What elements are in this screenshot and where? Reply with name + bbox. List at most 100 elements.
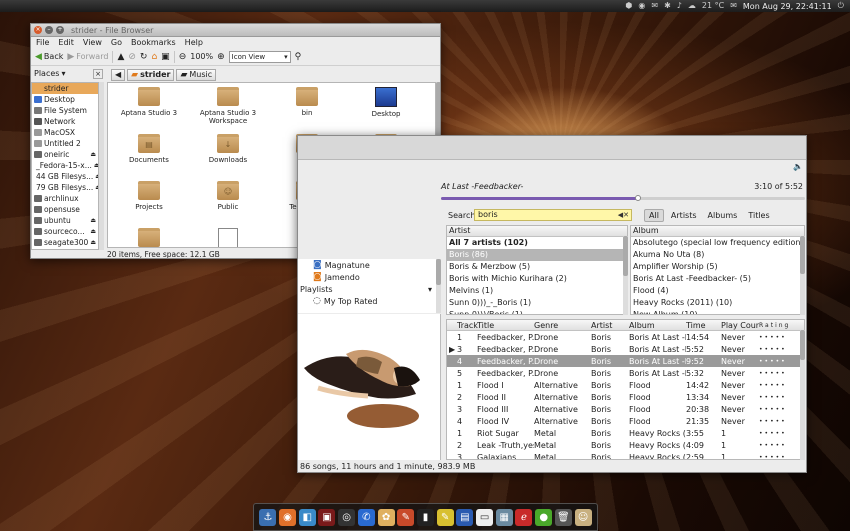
eject-icon[interactable]: ⏏: [95, 184, 98, 191]
camera-icon[interactable]: ◎: [338, 508, 356, 526]
file-item[interactable]: bin: [268, 87, 346, 117]
file-item[interactable]: [189, 228, 267, 247]
album-row[interactable]: Heavy Rocks (2011) (10): [631, 297, 804, 309]
artist-row[interactable]: Melvins (1): [447, 285, 627, 297]
path-crumb-music[interactable]: ▰ Music: [176, 68, 217, 81]
eject-icon[interactable]: ⏏: [90, 151, 98, 158]
sidebar-item[interactable]: strider: [32, 83, 98, 94]
filter-albums[interactable]: Albums: [704, 210, 742, 221]
file-item[interactable]: ↓ Downloads: [189, 134, 267, 164]
scrollbar-thumb[interactable]: [800, 330, 805, 360]
sidebar-item[interactable]: sourceco... ⏏: [32, 226, 98, 237]
clock[interactable]: Mon Aug 29, 22:41:11: [743, 2, 832, 11]
office-icon[interactable]: ▦: [495, 508, 513, 526]
menu-edit[interactable]: Edit: [58, 38, 74, 47]
track-rating[interactable]: •••••: [759, 394, 804, 401]
places-selector[interactable]: Places ▾: [34, 69, 65, 78]
album-row[interactable]: Amplifier Worship (5): [631, 261, 804, 273]
sidebar-item[interactable]: archlinux: [32, 193, 98, 204]
album-row[interactable]: Flood (4): [631, 285, 804, 297]
playback-icon[interactable]: ●: [535, 508, 553, 526]
sidebar-item[interactable]: Untitled 2: [32, 138, 98, 149]
sidebar-item[interactable]: ubuntu ⏏: [32, 215, 98, 226]
photos-icon[interactable]: ✿: [377, 508, 395, 526]
album-row[interactable]: Boris At Last -Feedbacker- (5): [631, 273, 804, 285]
playlists-header[interactable]: Playlists ▾: [298, 283, 440, 295]
table-row[interactable]: 4 Flood IV Alternative Boris Flood 21:35 Never…: [447, 415, 804, 427]
sidebar-item[interactable]: 44 GB Filesys...⏏: [32, 171, 98, 182]
tools-icon[interactable]: ✎: [397, 508, 415, 526]
track-scrollbar[interactable]: [800, 330, 805, 460]
table-row[interactable]: 1 Flood I Alternative Boris Flood 14:42 Never •…: [447, 379, 804, 391]
reload-button[interactable]: ↻: [140, 52, 148, 62]
artist-row[interactable]: Boris with Michio Kurihara (2): [447, 273, 627, 285]
sidebar-item[interactable]: Desktop: [32, 94, 98, 105]
minimize-icon[interactable]: –: [45, 26, 53, 34]
track-rating[interactable]: •••••: [759, 358, 804, 365]
mail-icon[interactable]: ✉: [651, 0, 658, 12]
track-rating[interactable]: •••••: [759, 454, 804, 460]
artist-row[interactable]: Sunn 0)))_-_Boris (1): [447, 297, 627, 309]
temperature-label[interactable]: 21 °C: [702, 0, 724, 12]
filter-artists[interactable]: Artists: [667, 210, 701, 221]
column-header[interactable]: Play Count: [721, 321, 759, 330]
file-item[interactable]: ☺ Public: [189, 181, 267, 211]
table-row[interactable]: 2 Leak -Truth,yes...Metal Boris Heavy Rocks…: [447, 439, 804, 451]
table-row[interactable]: 3 Flood III Alternative Boris Flood 20:38 Neve…: [447, 403, 804, 415]
search-button[interactable]: ⚲: [295, 52, 302, 62]
menu-go[interactable]: Go: [111, 38, 122, 47]
album-row[interactable]: Absolutego (special low frequency editio…: [631, 237, 804, 249]
track-rating[interactable]: •••••: [759, 442, 804, 449]
filter-titles[interactable]: Titles: [744, 210, 773, 221]
path-crumb-home[interactable]: ▰ strider: [127, 68, 175, 81]
terminal-icon[interactable]: ▮: [416, 508, 434, 526]
filter-all[interactable]: All: [644, 209, 664, 222]
file-item[interactable]: Desktop: [347, 87, 425, 118]
source-scrollbar[interactable]: [436, 259, 441, 313]
power-icon[interactable]: ⏻: [838, 0, 844, 12]
user-icon[interactable]: ☺: [574, 508, 592, 526]
bluetooth-icon[interactable]: ✱: [664, 0, 671, 12]
file-item[interactable]: ▤ Documents: [110, 134, 188, 164]
artist-column-header[interactable]: Artist: [447, 226, 627, 237]
scrollbar-thumb[interactable]: [800, 236, 805, 274]
track-rating[interactable]: •••••: [759, 370, 804, 377]
table-row[interactable]: 1 Riot Sugar Metal Boris Heavy Rocks (20...3…: [447, 427, 804, 439]
track-rating[interactable]: •••••: [759, 406, 804, 413]
sidebar-item[interactable]: 79 GB Filesys...⏏: [32, 182, 98, 193]
trash-icon[interactable]: 🗑: [554, 508, 572, 526]
sidebar-item[interactable]: Network: [32, 116, 98, 127]
scrollbar-thumb[interactable]: [623, 236, 628, 276]
sidebar-item[interactable]: seagate300 ⏏: [32, 237, 98, 248]
weather-icon[interactable]: ☁: [688, 0, 696, 12]
up-button[interactable]: ▲: [117, 52, 124, 62]
close-sidebar-button[interactable]: ×: [93, 69, 103, 79]
text-icon[interactable]: ▭: [476, 508, 494, 526]
close-icon[interactable]: ×: [34, 26, 42, 34]
album-column-header[interactable]: Album: [631, 226, 804, 237]
table-row[interactable]: 5 Feedbacker, P... Drone Boris Boris At Last…: [447, 367, 804, 379]
document-icon[interactable]: ▤: [456, 508, 474, 526]
column-header[interactable]: Title: [477, 321, 534, 330]
computer-button[interactable]: ▣: [161, 52, 170, 62]
playlist-item[interactable]: ◌ My Top Rated: [298, 295, 440, 307]
maximize-icon[interactable]: +: [56, 26, 64, 34]
column-header[interactable]: Rating: [759, 322, 804, 329]
source-magnatune[interactable]: ◙ Magnatune: [298, 259, 440, 271]
menu-help[interactable]: Help: [185, 38, 203, 47]
table-row[interactable]: 4 Feedbacker, P... Drone Boris Boris At Last…: [447, 355, 804, 367]
track-rating[interactable]: •••••: [759, 334, 804, 341]
column-header[interactable]: Genre: [534, 321, 591, 330]
artist-row[interactable]: Boris & Merzbow (5): [447, 261, 627, 273]
update-icon[interactable]: ⬢: [625, 0, 632, 12]
table-row[interactable]: 2 Flood II Alternative Boris Flood 13:34 Never…: [447, 391, 804, 403]
track-rating[interactable]: •••••: [759, 382, 804, 389]
sidebar-item[interactable]: MacOSX: [32, 127, 98, 138]
stop-button[interactable]: ⊘: [128, 52, 136, 62]
path-left-arrow[interactable]: ◀: [111, 68, 126, 81]
menu-file[interactable]: File: [36, 38, 49, 47]
home-button[interactable]: ⌂: [151, 52, 157, 62]
search-input[interactable]: boris ◀✕: [474, 209, 632, 221]
menu-view[interactable]: View: [83, 38, 102, 47]
column-header[interactable]: Track: [457, 321, 478, 330]
